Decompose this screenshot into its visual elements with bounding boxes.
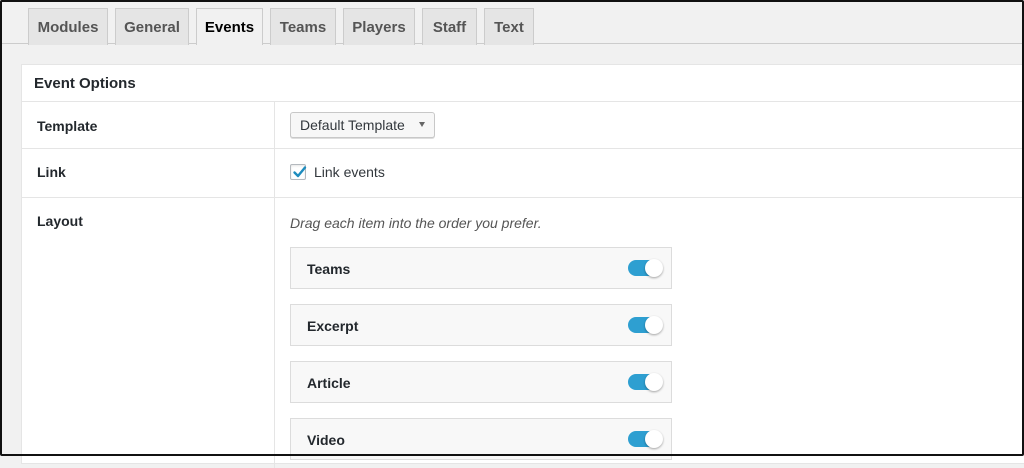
tab-staff[interactable]: Staff xyxy=(422,8,477,45)
link-row: Link Link events xyxy=(22,149,1024,198)
tab-players[interactable]: Players xyxy=(343,8,415,45)
layout-item-label: Video xyxy=(307,432,345,448)
layout-item-label: Teams xyxy=(307,261,351,277)
layout-hint: Drag each item into the order you prefer… xyxy=(290,215,542,231)
toggle-knob xyxy=(645,373,663,391)
settings-tabs: Modules General Events Teams Players Sta… xyxy=(0,0,1024,45)
link-events-label[interactable]: Link events xyxy=(314,164,385,180)
tab-general[interactable]: General xyxy=(115,8,189,45)
template-label: Template xyxy=(37,118,98,134)
template-select[interactable]: Default Template xyxy=(290,112,435,138)
row-divider xyxy=(274,149,275,197)
toggle-knob xyxy=(645,430,663,448)
layout-item-article[interactable]: Article xyxy=(290,361,672,403)
layout-item-teams[interactable]: Teams xyxy=(290,247,672,289)
tab-modules[interactable]: Modules xyxy=(28,8,108,45)
layout-item-label: Excerpt xyxy=(307,318,359,334)
layout-item-video[interactable]: Video xyxy=(290,418,672,460)
row-divider xyxy=(274,102,275,148)
checkmark-icon xyxy=(293,166,307,178)
article-toggle[interactable] xyxy=(628,373,663,391)
layout-label: Layout xyxy=(37,213,83,229)
chevron-down-icon xyxy=(419,122,425,127)
template-select-value: Default Template xyxy=(300,117,405,133)
video-toggle[interactable] xyxy=(628,430,663,448)
template-row: Template Default Template xyxy=(22,102,1024,149)
layout-item-label: Article xyxy=(307,375,351,391)
layout-item-excerpt[interactable]: Excerpt xyxy=(290,304,672,346)
teams-toggle[interactable] xyxy=(628,259,663,277)
event-options-panel: Event Options Template Default Template … xyxy=(21,64,1024,468)
layout-row: Layout Drag each item into the order you… xyxy=(22,198,1024,468)
link-label: Link xyxy=(37,164,66,180)
toggle-knob xyxy=(645,259,663,277)
tab-events[interactable]: Events xyxy=(196,8,263,45)
panel-title: Event Options xyxy=(22,65,1024,102)
excerpt-toggle[interactable] xyxy=(628,316,663,334)
toggle-knob xyxy=(645,316,663,334)
tab-text[interactable]: Text xyxy=(484,8,534,45)
row-divider xyxy=(274,198,275,468)
link-events-checkbox[interactable] xyxy=(290,164,307,180)
tab-teams[interactable]: Teams xyxy=(270,8,336,45)
